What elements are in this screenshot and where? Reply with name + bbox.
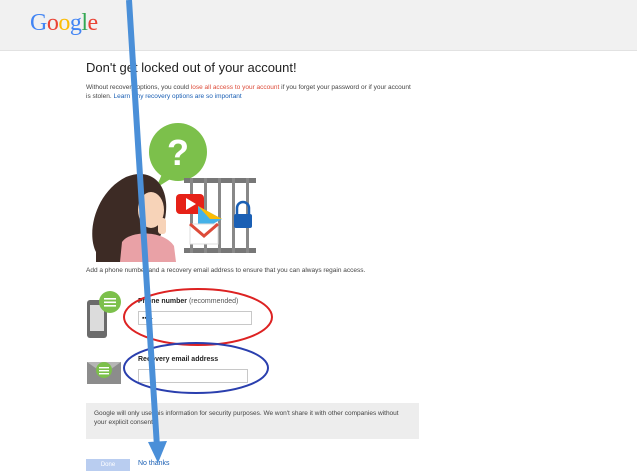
google-logo: Google [30,10,98,37]
woman-figure [92,173,176,262]
phone-icon [87,291,121,338]
logo-letter: G [30,10,47,36]
no-thanks-link[interactable]: No thanks [138,460,170,467]
intro-warning-text: lose all access to your account [190,84,280,91]
phone-label-note: (recommended) [188,298,239,305]
learn-more-link[interactable]: Learn why recovery options are so import… [113,93,241,100]
recovery-email-input[interactable] [138,369,248,383]
phone-label-text: Phone number [138,298,188,305]
intro-text-part: Without recovery options, you could [86,84,191,91]
done-button[interactable]: Done [86,459,130,471]
gmail-icon [189,222,219,245]
logo-letter: g [69,10,82,36]
page-title: Don't get locked out of your account! [86,60,297,75]
phone-number-input[interactable]: ▪▪ – [138,311,252,325]
logo-letter: o [46,10,59,36]
chat-bubble-icon [96,362,112,378]
privacy-notice: Google will only use this information fo… [86,403,419,439]
chat-bubble-icon [99,291,121,313]
phone-field-label: Phone number (recommended) [138,298,238,305]
logo-letter: o [58,10,70,36]
svg-text:?: ? [167,132,189,173]
padlock-icon [234,200,252,228]
email-highlight-ellipse [123,342,269,394]
recovery-illustration: ? [92,123,256,262]
email-field-label: Recovery email address [138,356,219,363]
add-recovery-instructions: Add a phone number and a recovery email … [86,267,366,274]
logo-letter: e [87,10,99,36]
header-bar: Google [0,0,637,51]
intro-text: Without recovery options, you could lose… [86,83,416,101]
envelope-icon [87,362,121,384]
